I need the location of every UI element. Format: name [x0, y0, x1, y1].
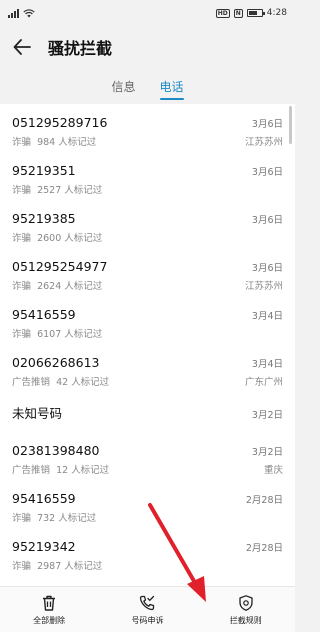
call-tag: 诈骗 [12, 185, 32, 196]
call-location: 江苏苏州 [244, 137, 283, 148]
call-number: 95219342 [12, 539, 76, 554]
call-date: 3月2日 [251, 410, 283, 421]
list-item[interactable]: 95219385 3月6日 诈骗 2600 人标记过 [0, 200, 295, 248]
arrow-left-icon [13, 39, 31, 55]
call-tag: 诈骗 [12, 561, 32, 572]
call-number: 未知号码 [12, 406, 63, 421]
block-rules-label: 拦截规则 [229, 615, 262, 625]
call-number: 051295289716 [12, 115, 108, 130]
delete-all-button[interactable]: 全部删除 [14, 594, 84, 626]
hd-badge: HD [215, 8, 230, 18]
call-date: 3月6日 [251, 119, 283, 130]
list-item[interactable]: 95416559 3月4日 诈骗 6107 人标记过 [0, 296, 295, 344]
wifi-icon [23, 8, 35, 17]
call-reports: 2987 人标记过 [37, 561, 103, 572]
blocked-calls-list[interactable]: 051295289716 3月6日 诈骗 984 人标记过 江苏苏州 9521935… [0, 104, 295, 586]
signal-icon [8, 8, 19, 18]
call-reports: 732 人标记过 [37, 513, 97, 524]
list-item[interactable]: 051295289716 3月6日 诈骗 984 人标记过 江苏苏州 [0, 104, 295, 152]
page-title: 骚扰拦截 [48, 39, 113, 58]
call-date: 3月6日 [251, 215, 283, 226]
call-number: 95219351 [12, 163, 76, 178]
status-time: 4:28 [266, 8, 287, 18]
call-tag: 诈骗 [12, 513, 32, 524]
call-reports: 6107 人标记过 [37, 329, 103, 340]
status-right: HD N 4:28 [215, 8, 287, 18]
call-location: 广东广州 [244, 377, 283, 388]
call-location: 重庆 [263, 465, 283, 476]
call-reports: 2600 人标记过 [37, 233, 103, 244]
mute-badge: N [233, 8, 243, 18]
tab-bar: 信息 电话 [0, 72, 295, 100]
tab-messages[interactable]: 信息 [111, 72, 135, 100]
call-number: 95416559 [12, 307, 76, 322]
list-item[interactable]: 未知号码 3月2日 [0, 392, 295, 432]
tab-calls[interactable]: 电话 [159, 72, 184, 100]
phone-check-icon [140, 595, 155, 610]
call-reports: 2527 人标记过 [37, 185, 103, 196]
call-reports: 984 人标记过 [37, 137, 97, 148]
battery-icon [246, 9, 265, 17]
call-tag: 诈骗 [12, 233, 32, 244]
block-rules-button[interactable]: 拦截规则 [211, 594, 281, 626]
call-reports: 2624 人标记过 [37, 281, 103, 292]
app-header: 骚扰拦截 [0, 26, 295, 68]
call-location: 江苏苏州 [244, 281, 283, 292]
bottom-action-bar: 全部删除 号码申诉 拦截规则 [0, 586, 295, 632]
call-number: 02066268613 [12, 355, 100, 370]
call-date: 3月6日 [251, 167, 283, 178]
call-number: 02381398480 [12, 443, 100, 458]
list-item[interactable]: 02381398480 3月2日 广告推销 12 人标记过 重庆 [0, 432, 295, 480]
call-date: 3月2日 [251, 447, 283, 458]
back-button[interactable] [10, 35, 34, 59]
shield-settings-icon [239, 594, 253, 611]
call-tag: 广告推销 [12, 377, 51, 388]
call-date: 2月28日 [245, 543, 283, 554]
report-number-label: 号码申诉 [131, 615, 164, 625]
call-date: 3月4日 [251, 311, 283, 322]
list-item[interactable]: 02066268613 3月4日 广告推销 42 人标记过 广东广州 [0, 344, 295, 392]
list-item[interactable]: 95416559 2月28日 诈骗 732 人标记过 [0, 480, 295, 528]
list-item[interactable]: 95219342 2月28日 诈骗 2987 人标记过 [0, 528, 295, 576]
call-number: 051295254977 [12, 259, 108, 274]
delete-all-label: 全部删除 [33, 615, 66, 625]
call-reports: 42 人标记过 [56, 377, 110, 388]
call-reports: 12 人标记过 [56, 465, 110, 476]
call-date: 3月6日 [251, 263, 283, 274]
list-item[interactable]: 051295254977 3月6日 诈骗 2624 人标记过 江苏苏州 [0, 248, 295, 296]
call-tag: 诈骗 [12, 329, 32, 340]
call-tag: 广告推销 [12, 465, 51, 476]
list-item[interactable]: 95219351 3月6日 诈骗 2527 人标记过 [0, 152, 295, 200]
call-number: 95416559 [12, 491, 76, 506]
status-bar: HD N 4:28 [0, 0, 295, 26]
call-date: 2月28日 [245, 495, 283, 506]
status-left [8, 8, 35, 18]
call-tag: 诈骗 [12, 137, 32, 148]
call-tag: 诈骗 [12, 281, 32, 292]
call-date: 3月4日 [251, 359, 283, 370]
trash-icon [43, 595, 56, 611]
report-number-button[interactable]: 号码申诉 [112, 594, 182, 626]
call-number: 95219385 [12, 211, 76, 226]
